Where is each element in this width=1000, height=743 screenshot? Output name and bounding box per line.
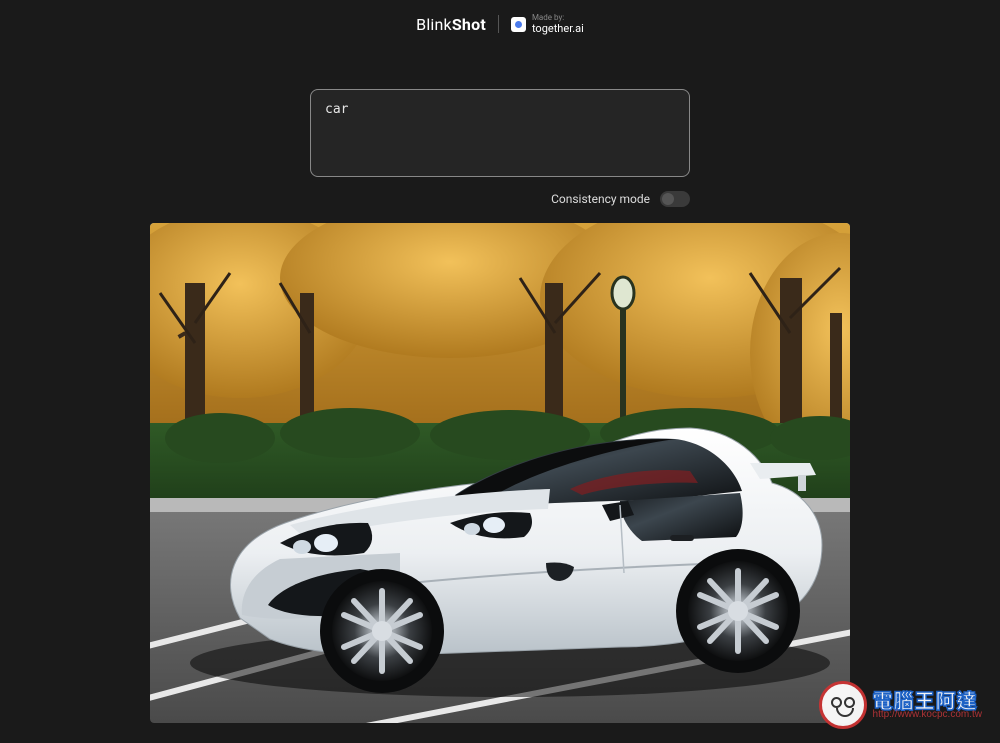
watermark-url: http://www.kocpc.com.tw (873, 710, 982, 721)
prompt-input[interactable] (310, 89, 690, 177)
logo-prefix: Blink (416, 15, 452, 34)
together-ai-name: together.ai (532, 23, 584, 35)
consistency-mode-toggle[interactable] (660, 191, 690, 207)
app-header: BlinkShot Made by: together.ai (0, 0, 1000, 49)
car-illustration (150, 223, 850, 723)
generated-image (150, 223, 850, 723)
together-ai-icon (511, 17, 526, 32)
consistency-mode-label: Consistency mode (551, 192, 650, 206)
watermark-title: 電腦王阿達 (873, 689, 982, 710)
logo-suffix: Shot (452, 15, 486, 34)
header-divider (498, 15, 499, 33)
powered-by[interactable]: Made by: together.ai (511, 14, 584, 35)
app-logo: BlinkShot (416, 15, 486, 34)
